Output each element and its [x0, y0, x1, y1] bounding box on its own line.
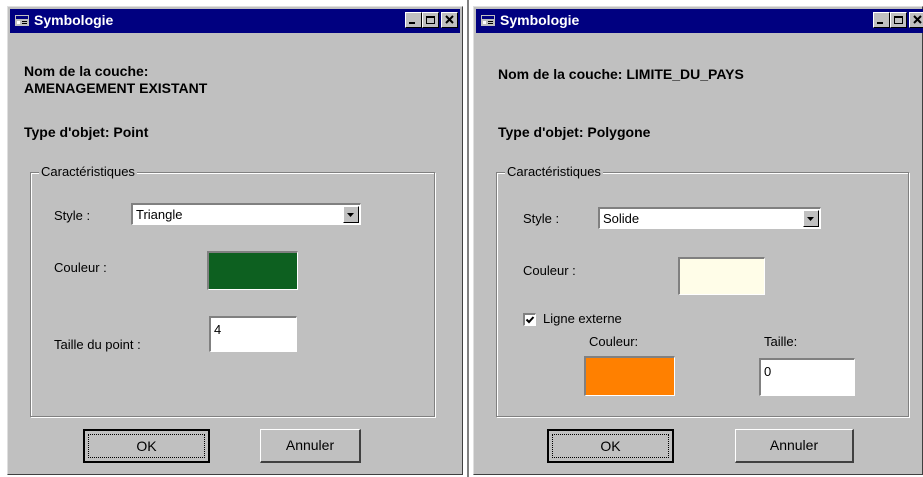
minimize-icon — [409, 22, 415, 24]
maximize-button[interactable] — [422, 12, 439, 28]
outline-size-label: Taille: — [764, 334, 798, 349]
close-button[interactable] — [441, 12, 458, 28]
object-type: Type d'objet: Polygone — [498, 124, 651, 140]
cancel-label: Annuler — [285, 437, 335, 453]
maximize-icon — [426, 16, 435, 24]
style-value: Solide — [603, 211, 640, 226]
title-bar[interactable]: Symbologie — [476, 9, 923, 33]
outline-size-input[interactable]: 0 — [759, 358, 855, 396]
style-dropdown[interactable]: Solide — [598, 207, 821, 229]
object-type: Type d'objet: Point — [24, 124, 149, 140]
close-icon — [445, 15, 454, 24]
outline-color-swatch[interactable] — [584, 356, 675, 396]
maximize-icon — [894, 16, 903, 24]
point-size-input[interactable]: 4 — [209, 316, 297, 352]
outline-label: Ligne externe — [543, 311, 622, 326]
color-swatch[interactable] — [678, 257, 765, 295]
cancel-button[interactable]: Annuler — [735, 429, 854, 463]
checkmark-icon — [525, 316, 535, 324]
dropdown-button[interactable] — [343, 206, 359, 223]
separator — [465, 0, 471, 477]
close-button[interactable] — [909, 12, 923, 28]
group-title: Caractéristiques — [505, 164, 603, 179]
layer-name: AMENAGEMENT EXISTANT — [24, 80, 208, 96]
layer-name: Nom de la couche: LIMITE_DU_PAYS — [498, 66, 744, 82]
layer-label: Nom de la couche: — [24, 63, 149, 79]
outline-color-label: Couleur: — [589, 334, 639, 349]
style-dropdown[interactable]: Triangle — [131, 203, 361, 225]
color-label: Couleur : — [54, 260, 107, 275]
outline-size-value: 0 — [764, 364, 772, 379]
minimize-button[interactable] — [405, 12, 422, 28]
cancel-label: Annuler — [769, 437, 819, 453]
chevron-down-icon — [807, 217, 814, 221]
cancel-button[interactable]: Annuler — [260, 429, 361, 463]
app-icon — [481, 15, 495, 26]
maximize-button[interactable] — [890, 12, 907, 28]
ok-button[interactable]: OK — [83, 429, 210, 463]
style-label: Style : — [523, 211, 560, 226]
point-size-label: Taille du point : — [54, 337, 141, 352]
window-title: Symbologie — [500, 12, 580, 28]
title-bar[interactable]: Symbologie — [10, 9, 460, 33]
chevron-down-icon — [347, 213, 354, 217]
dropdown-button[interactable] — [803, 210, 819, 227]
ok-label: OK — [136, 438, 157, 454]
ok-label: OK — [600, 438, 621, 454]
point-size-value: 4 — [214, 322, 222, 337]
color-label: Couleur : — [523, 263, 576, 278]
group-title: Caractéristiques — [39, 164, 137, 179]
minimize-button[interactable] — [873, 12, 890, 28]
color-swatch[interactable] — [207, 251, 298, 290]
style-label: Style : — [54, 208, 91, 223]
close-icon — [913, 15, 922, 24]
minimize-icon — [877, 22, 883, 24]
symbologie-dialog-point: Symbologie Nom de la couche: AMENAGEMENT… — [7, 6, 463, 475]
outline-checkbox[interactable] — [523, 313, 536, 326]
style-value: Triangle — [136, 207, 183, 222]
symbologie-dialog-polygon: Symbologie Nom de la couche: LIMITE_DU_P… — [473, 6, 923, 475]
window-title: Symbologie — [34, 12, 114, 28]
app-icon — [15, 15, 29, 26]
ok-button[interactable]: OK — [547, 429, 674, 463]
